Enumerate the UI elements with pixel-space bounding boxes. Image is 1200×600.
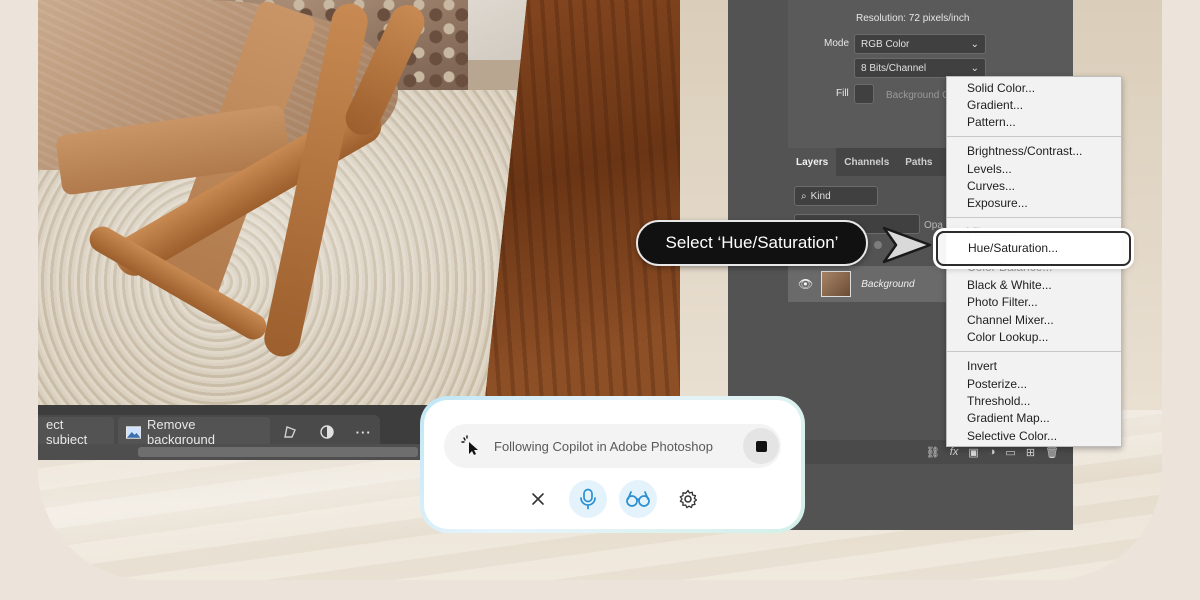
chevron-down-icon: ⌄: [970, 38, 979, 50]
trash-icon[interactable]: 🗑: [1045, 446, 1059, 459]
menu-item-selective-color[interactable]: Selective Color...: [967, 429, 1057, 443]
transform-button[interactable]: [274, 417, 307, 447]
fill-label: Fill: [836, 88, 849, 99]
microphone-button[interactable]: [568, 480, 607, 518]
vision-button[interactable]: [618, 480, 657, 518]
mode-select[interactable]: RGB Color ⌄: [854, 34, 986, 54]
fill-value: Background C: [886, 90, 950, 101]
menu-item-hue-saturation[interactable]: Hue/Saturation...: [936, 231, 1131, 266]
folder-icon[interactable]: ▭: [1005, 446, 1015, 459]
callout-text: Select ‘Hue/Saturation’: [665, 233, 839, 252]
remove-background-button[interactable]: Remove background: [117, 417, 271, 447]
menu-item-channel-mixer[interactable]: Channel Mixer...: [967, 313, 1054, 327]
layer-kind-label: Kind: [810, 190, 831, 202]
glasses-icon: [625, 491, 650, 507]
bit-depth-select[interactable]: 8 Bits/Channel ⌄: [854, 58, 986, 78]
copilot-panel-inner: Following Copilot in Adobe Photoshop: [424, 400, 801, 529]
half-circle-icon: [320, 425, 334, 439]
menu-item-black-white[interactable]: Black & White...: [967, 278, 1052, 292]
menu-separator: [947, 217, 1121, 218]
tab-paths[interactable]: Paths: [897, 148, 940, 176]
search-icon: ⌕: [801, 190, 807, 202]
menu-item-color-lookup[interactable]: Color Lookup...: [967, 330, 1048, 344]
close-button[interactable]: [519, 480, 557, 518]
chevron-down-icon: ⌄: [970, 62, 979, 74]
photo-wood-table: [484, 0, 680, 405]
menu-item-exposure[interactable]: Exposure...: [967, 196, 1028, 210]
link-icon[interactable]: ⛓: [926, 446, 940, 459]
mode-label: Mode: [824, 38, 850, 49]
fill-swatch[interactable]: [854, 84, 874, 104]
copilot-panel: Following Copilot in Adobe Photoshop: [420, 396, 805, 533]
image-icon: [125, 425, 142, 439]
copilot-status-text: Following Copilot in Adobe Photoshop: [494, 438, 713, 454]
pointer-arrow-icon: [874, 226, 932, 264]
menu-item-pattern[interactable]: Pattern...: [967, 115, 1016, 129]
stop-button[interactable]: [743, 428, 779, 464]
menu-item-brightness-contrast[interactable]: Brightness/Contrast...: [967, 144, 1082, 158]
guidance-callout: Select ‘Hue/Saturation’: [636, 220, 868, 266]
copilot-status-bar: Following Copilot in Adobe Photoshop: [444, 424, 781, 468]
transform-icon: [284, 426, 297, 438]
menu-item-posterize[interactable]: Posterize...: [967, 377, 1027, 391]
stop-icon: [755, 440, 767, 452]
hue-saturation-label: Hue/Saturation...: [968, 241, 1059, 255]
microphone-icon: [579, 488, 596, 510]
menu-item-solid-color[interactable]: Solid Color...: [967, 81, 1035, 95]
tab-channels[interactable]: Channels: [836, 148, 897, 176]
close-icon: [531, 493, 544, 505]
layer-name: Background: [861, 278, 915, 290]
scrollbar-thumb[interactable]: [138, 447, 418, 457]
remove-background-label: Remove background: [147, 417, 215, 447]
menu-item-gradient[interactable]: Gradient...: [967, 98, 1023, 112]
gear-icon: [679, 489, 697, 509]
layer-thumbnail: [821, 271, 852, 297]
settings-button[interactable]: [669, 480, 707, 518]
menu-item-levels[interactable]: Levels...: [967, 162, 1012, 176]
fx-icon[interactable]: fx: [950, 446, 959, 458]
resolution-text: Resolution: 72 pixels/inch: [856, 13, 970, 24]
copilot-controls: [424, 480, 801, 520]
menu-item-invert[interactable]: Invert: [967, 359, 997, 373]
adjustment-button[interactable]: [311, 417, 344, 447]
mode-value: RGB Color: [861, 38, 910, 50]
menu-separator: [947, 351, 1121, 352]
more-icon: ···: [355, 424, 372, 440]
menu-item-photo-filter[interactable]: Photo Filter...: [967, 295, 1038, 309]
adjustment-layer-icon[interactable]: ◑: [989, 446, 996, 458]
layer-kind-filter[interactable]: ⌕ Kind: [794, 186, 878, 206]
new-layer-icon[interactable]: ⊞: [1026, 446, 1035, 459]
select-subject-label: ect subject: [46, 417, 88, 447]
eye-icon[interactable]: 👁: [798, 277, 813, 291]
cursor-sparkle-icon: [461, 435, 478, 455]
menu-item-curves[interactable]: Curves...: [967, 179, 1015, 193]
select-subject-button[interactable]: ect subject: [38, 417, 114, 447]
menu-separator: [947, 136, 1121, 137]
bit-depth-value: 8 Bits/Channel: [861, 62, 927, 74]
mask-icon[interactable]: ▣: [968, 446, 978, 459]
canvas-photo[interactable]: [38, 0, 680, 405]
menu-item-gradient-map[interactable]: Gradient Map...: [967, 411, 1050, 425]
more-options-button[interactable]: ···: [347, 417, 380, 447]
menu-item-threshold[interactable]: Threshold...: [967, 394, 1030, 408]
tab-layers[interactable]: Layers: [788, 148, 837, 176]
